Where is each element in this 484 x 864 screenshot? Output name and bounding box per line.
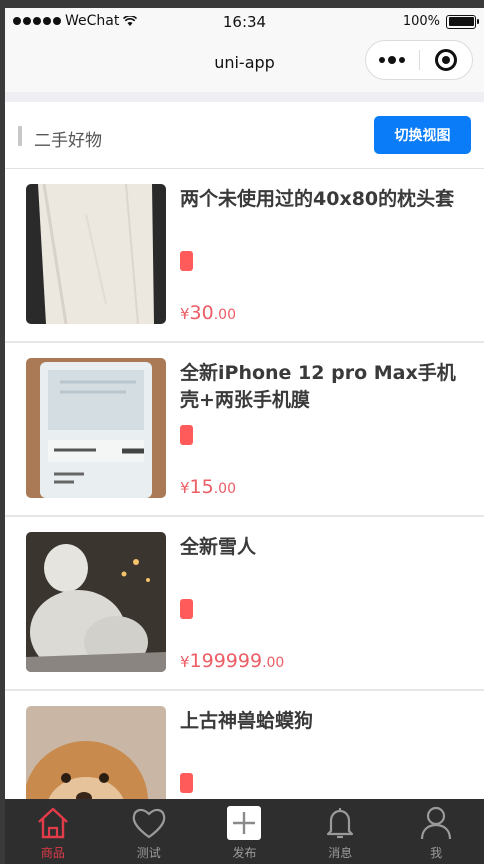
spacer — [5, 92, 484, 102]
bell-icon — [327, 808, 354, 839]
product-item[interactable]: 两个未使用过的40x80的枕头套 ¥30.00 — [5, 169, 484, 343]
product-list: 两个未使用过的40x80的枕头套 ¥30.00 全新iPhone 12 pro … — [5, 169, 484, 864]
price-integer: 199999 — [189, 650, 263, 672]
tab-goods[interactable]: 商品 — [5, 799, 101, 864]
product-image-snowman[interactable] — [26, 532, 166, 672]
tab-label: 消息 — [328, 846, 353, 860]
switch-view-button[interactable]: 切换视图 — [374, 116, 471, 154]
home-icon — [38, 807, 68, 839]
product-tag — [180, 599, 193, 619]
close-target-icon[interactable] — [419, 49, 472, 71]
mini-program-capsule — [365, 40, 473, 80]
more-menu-icon[interactable] — [366, 55, 419, 64]
tab-label: 测试 — [136, 846, 161, 860]
product-title[interactable]: 全新iPhone 12 pro Max手机壳+两张手机膜 — [180, 360, 470, 414]
product-tag — [180, 773, 193, 793]
product-price: ¥199999.00 — [180, 650, 284, 672]
price-decimal: .00 — [262, 655, 285, 671]
battery-percent: 100% — [402, 14, 440, 29]
tab-test[interactable]: 测试 — [101, 799, 197, 864]
tab-label: 发布 — [232, 846, 257, 860]
plus-icon — [227, 806, 262, 840]
tab-label: 我 — [430, 846, 443, 860]
product-tag — [180, 251, 193, 271]
status-bar: WeChat 16:34 100% — [5, 8, 484, 36]
price-integer: 30 — [189, 302, 214, 324]
section-header: 二手好物 切换视图 — [5, 108, 484, 166]
price-decimal: .00 — [213, 307, 236, 323]
tab-messages[interactable]: 消息 — [292, 799, 388, 864]
product-title[interactable]: 上古神兽蛤蟆狗 — [180, 708, 470, 735]
currency-symbol: ¥ — [180, 479, 190, 497]
navigation-bar: uni-app — [5, 36, 484, 92]
section-accent-bar — [18, 126, 22, 146]
product-title[interactable]: 全新雪人 — [180, 534, 470, 561]
product-item[interactable]: 全新iPhone 12 pro Max手机壳+两张手机膜 ¥15.00 — [5, 343, 484, 517]
price-integer: 15 — [189, 476, 214, 498]
user-icon — [420, 806, 452, 840]
heart-icon — [132, 808, 166, 839]
battery-icon — [446, 14, 479, 29]
product-item[interactable]: 全新雪人 ¥199999.00 — [5, 517, 484, 691]
tab-bar: 商品 测试 发布 消息 我 — [5, 799, 484, 864]
product-image-phone-case[interactable] — [26, 358, 166, 498]
currency-symbol: ¥ — [180, 305, 190, 323]
phone-screen: WeChat 16:34 100% uni-app 二手好物 切换视图 两个未使… — [5, 8, 484, 864]
tab-publish[interactable]: 发布 — [197, 799, 293, 864]
currency-symbol: ¥ — [180, 653, 190, 671]
tab-label: 商品 — [40, 846, 65, 860]
price-decimal: .00 — [213, 481, 236, 497]
product-tag — [180, 425, 193, 445]
product-title[interactable]: 两个未使用过的40x80的枕头套 — [180, 186, 470, 213]
section-title: 二手好物 — [34, 131, 102, 151]
tab-me[interactable]: 我 — [388, 799, 484, 864]
product-price: ¥15.00 — [180, 476, 236, 498]
product-image-pillowcase[interactable] — [26, 184, 166, 324]
product-price: ¥30.00 — [180, 302, 236, 324]
